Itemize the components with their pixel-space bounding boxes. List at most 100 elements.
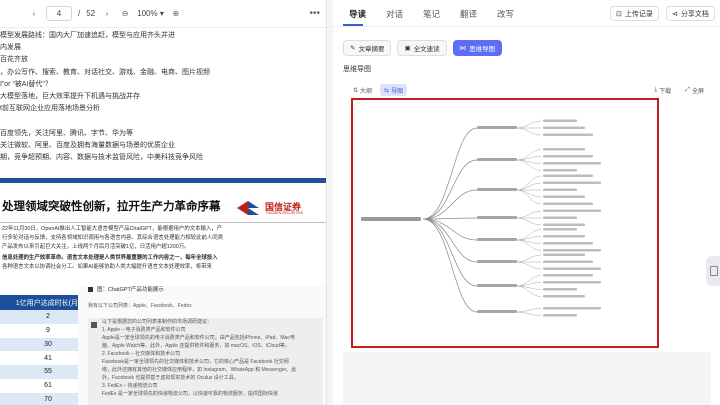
outline-view-button[interactable]: ⇅ 大纲 bbox=[349, 84, 376, 96]
response-line: 以下是根据您的公司列表来制作的市场调研建议： bbox=[102, 319, 213, 325]
summary-button[interactable]: ✎ 文章摘要 bbox=[343, 40, 392, 56]
mind-map-leaf-node bbox=[543, 155, 593, 158]
upload-history-label: 上传记录 bbox=[624, 10, 653, 18]
response-line: Apple是一家全球领先的电子消费类产品和软件公司，由产品包括iPhone、iP… bbox=[102, 335, 295, 341]
outline-item[interactable]: 百度领先，关注阿里、腾讯、字节、华为等 bbox=[0, 128, 326, 140]
mind-map-leaf-node bbox=[543, 242, 593, 245]
more-options-icon[interactable]: ••• bbox=[309, 8, 320, 19]
response-line: 脑、Apple Watch等。此外，Apple 还提供软件和服务，如 macOS… bbox=[102, 343, 290, 349]
mind-map-leaf-link bbox=[516, 311, 542, 316]
mind-map-leaf-link bbox=[516, 308, 542, 313]
chat-response: 以下是根据您的公司列表来制作的市场调研建议： 1. Apple – 电子消费类产… bbox=[88, 318, 323, 405]
mind-map-leaf-node bbox=[543, 174, 593, 177]
outline-item[interactable]: 模型发展路线：国内大厂加速追赶，模型与应用齐头并进 bbox=[0, 30, 326, 42]
ai-side-panel: 导读 对话 笔记 翻译 改写 ⊡ 上传记录 ⊲ 分享文档 ✎ 文章摘要 ▣ 全文速读 ⋈… bbox=[333, 0, 720, 405]
mind-map-leaf-link bbox=[516, 175, 542, 191]
prev-page-icon[interactable]: ‹ bbox=[28, 9, 40, 18]
fullscreen-button[interactable]: ⤢ 全屏 bbox=[681, 84, 708, 96]
zoom-level: 100% bbox=[137, 9, 158, 18]
page-header-band bbox=[0, 178, 326, 183]
mind-map-leaf-node bbox=[543, 188, 577, 191]
map-view-button[interactable]: ⇆ 导图 bbox=[380, 84, 408, 96]
zoom-out-icon[interactable]: ⊖ bbox=[119, 9, 131, 18]
response-line: 2. Facebook – 社交媒体和技术公司 bbox=[102, 351, 181, 357]
mind-map-leaf-link bbox=[516, 210, 542, 219]
mind-map-leaf-node bbox=[543, 119, 577, 122]
fullscreen-icon: ⤢ bbox=[685, 86, 690, 93]
mind-map-branch-link bbox=[422, 189, 478, 220]
mind-map-root-node bbox=[361, 217, 421, 221]
mind-map-branch-node bbox=[477, 126, 517, 129]
guosen-logo-icon bbox=[237, 201, 259, 215]
mind-map-leaf-node bbox=[543, 288, 577, 291]
mind-map-branch-node bbox=[477, 284, 517, 287]
active-tab-indicator bbox=[343, 24, 363, 26]
download-label: 下载 bbox=[659, 88, 672, 95]
map-view-label: 导图 bbox=[391, 88, 404, 95]
app-window: ‹ 4 / 52 › ⊖ 100% ▾ ⊕ ••• 模型发展路线：国内大厂加速追… bbox=[0, 0, 720, 405]
response-line: FedEx 是一家全球领先的快递物流公司，以快速可靠的物流服务，提供国际快递 bbox=[102, 391, 278, 397]
mind-map-branch-link bbox=[422, 218, 478, 263]
mind-map-leaf-node bbox=[543, 126, 585, 129]
mind-map-branch-link bbox=[422, 159, 478, 220]
mind-map-branch-node bbox=[477, 310, 517, 313]
floating-panel-toggle[interactable] bbox=[706, 256, 720, 286]
page-number-input[interactable]: 4 bbox=[46, 6, 72, 21]
mind-map-leaf-node bbox=[543, 235, 585, 238]
mind-map-actions: ⤓ 下载 ⤢ 全屏 bbox=[651, 84, 709, 96]
mind-map-button[interactable]: ⋈ 思维导图 bbox=[452, 40, 503, 56]
mind-map-leaf-node bbox=[543, 274, 593, 277]
mind-map-leaf-node bbox=[543, 169, 577, 172]
mind-map-leaf-node bbox=[543, 267, 601, 270]
fullscreen-label: 全屏 bbox=[691, 88, 704, 95]
chat-user-message: 我有以下公司列表：Apple、Facebook、Fedex bbox=[88, 303, 192, 309]
tab-guide[interactable]: 导读 bbox=[341, 6, 374, 20]
outline-item[interactable]: t前互联网企业应用落地场景分析 bbox=[0, 103, 326, 115]
mind-map-leaf-node bbox=[543, 260, 593, 263]
zoom-in-icon[interactable]: ⊕ bbox=[170, 9, 182, 18]
speed-read-button[interactable]: ▣ 全文速读 bbox=[397, 40, 447, 56]
download-button[interactable]: ⤓ 下载 bbox=[651, 84, 676, 96]
speed-read-label: 全文速读 bbox=[413, 46, 440, 53]
mind-map-leaf-link bbox=[516, 189, 542, 205]
zoom-select[interactable]: 100% ▾ bbox=[137, 9, 164, 18]
tab-translate[interactable]: 翻译 bbox=[452, 6, 485, 20]
viewer-toolbar: ‹ 4 / 52 › ⊖ 100% ▾ ⊕ ••• bbox=[0, 0, 326, 28]
mind-map-branch-node bbox=[477, 216, 517, 219]
mind-map-leaf-link bbox=[516, 120, 542, 129]
figure-caption-text: 图：ChatGPT产品功能展示 bbox=[97, 287, 164, 293]
figure-caption: 图：ChatGPT产品功能展示 bbox=[88, 286, 326, 294]
outline-item[interactable]: 百花齐放 bbox=[0, 54, 326, 66]
outline-item[interactable]: 内发展 bbox=[0, 42, 326, 54]
paragraph-line: 22年11月30日，OpenAI推出人工智能大语言模型产品ChatGPT，能根据… bbox=[2, 226, 223, 232]
tab-notes[interactable]: 笔记 bbox=[415, 6, 448, 20]
mind-map-branch-node bbox=[477, 158, 517, 161]
outline-item[interactable]: 关注微软、阿里、百度及拥有海量数据与场景的优质企业 bbox=[0, 140, 326, 152]
summary-label: 文章摘要 bbox=[358, 46, 385, 53]
section-title: 思维导图 bbox=[343, 66, 371, 73]
mind-map-canvas[interactable] bbox=[351, 98, 659, 348]
outline-item[interactable]: ，办公写作、搜索、教育、对话社交、游戏、金融、电商、图片视频 bbox=[0, 67, 326, 79]
mind-map-leaf-node bbox=[543, 148, 585, 151]
tab-rewrite[interactable]: 改写 bbox=[489, 6, 522, 20]
share-document-button[interactable]: ⊲ 分享文档 bbox=[666, 6, 715, 21]
upload-history-button[interactable]: ⊡ 上传记录 bbox=[610, 6, 659, 21]
outline-item[interactable]: 大模型落地，巨大效率提升下机遇与挑战并存 bbox=[0, 91, 326, 103]
mind-map-leaf-node bbox=[543, 307, 601, 310]
mind-map-leaf-node bbox=[543, 223, 585, 226]
outline-item[interactable]: I”or “被AI替代”？ bbox=[0, 79, 326, 91]
edit-icon: ✎ bbox=[350, 45, 356, 52]
map-icon: ⇆ bbox=[384, 87, 390, 94]
figure-icon bbox=[88, 287, 93, 293]
mind-map-branch-link bbox=[422, 218, 478, 313]
mind-map-leaf-link bbox=[516, 261, 542, 270]
response-line: 1. Apple – 电子消费类产品和软件公司 bbox=[102, 327, 186, 333]
pdf-viewer: ‹ 4 / 52 › ⊖ 100% ▾ ⊕ ••• 模型发展路线：国内大厂加速追… bbox=[0, 0, 327, 405]
outline-item[interactable]: 期，竞争超预期、内容、数据与技术监管风险，中美科技竞争风险 bbox=[0, 152, 326, 164]
mind-map-branch-node bbox=[477, 238, 517, 241]
tab-chat[interactable]: 对话 bbox=[378, 6, 411, 20]
heading-rule bbox=[0, 222, 326, 223]
response-line: Facebook是一家全球领先的社交媒体和技术公司，它的核心产品是 Facebo… bbox=[102, 359, 289, 365]
next-page-icon[interactable]: › bbox=[101, 9, 113, 18]
page-separator: / bbox=[78, 9, 81, 18]
